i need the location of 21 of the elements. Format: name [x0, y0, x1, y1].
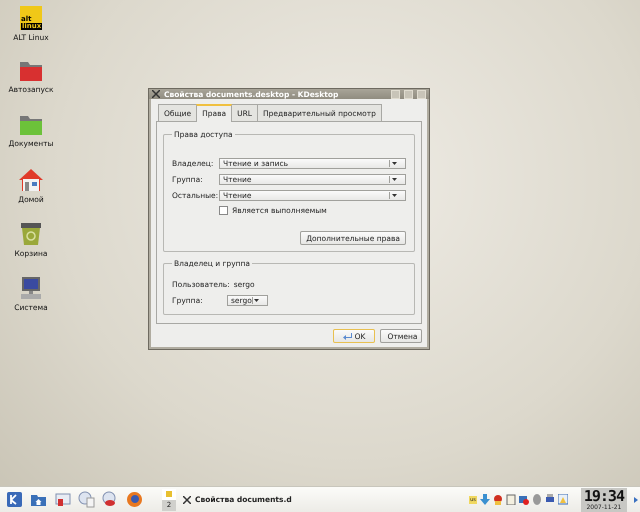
tray-app-icon[interactable]	[492, 494, 503, 505]
k-menu-icon[interactable]	[6, 491, 23, 508]
dropdown-arrow-icon	[389, 176, 399, 182]
dropdown-arrow-icon	[389, 160, 399, 166]
checkbox[interactable]	[219, 206, 228, 214]
network-error-icon[interactable]	[518, 494, 529, 505]
clipboard-icon[interactable]	[506, 494, 516, 505]
expand-arrow-icon[interactable]	[634, 496, 638, 502]
x-logo-icon	[183, 496, 191, 504]
house-icon	[18, 168, 44, 192]
download-arrow-icon[interactable]	[480, 494, 490, 505]
dropdown-arrow-icon	[252, 296, 261, 304]
window-preview-icon	[166, 491, 172, 497]
browser-icon[interactable]	[126, 491, 143, 508]
printer-icon[interactable]	[544, 494, 555, 505]
trash-icon	[19, 222, 43, 246]
dropdown-arrow-icon	[389, 192, 399, 198]
return-arrow-icon	[342, 332, 352, 340]
x-logo-icon	[152, 90, 160, 98]
computer-icon	[19, 276, 43, 300]
clock-time: 19:34	[584, 488, 624, 504]
